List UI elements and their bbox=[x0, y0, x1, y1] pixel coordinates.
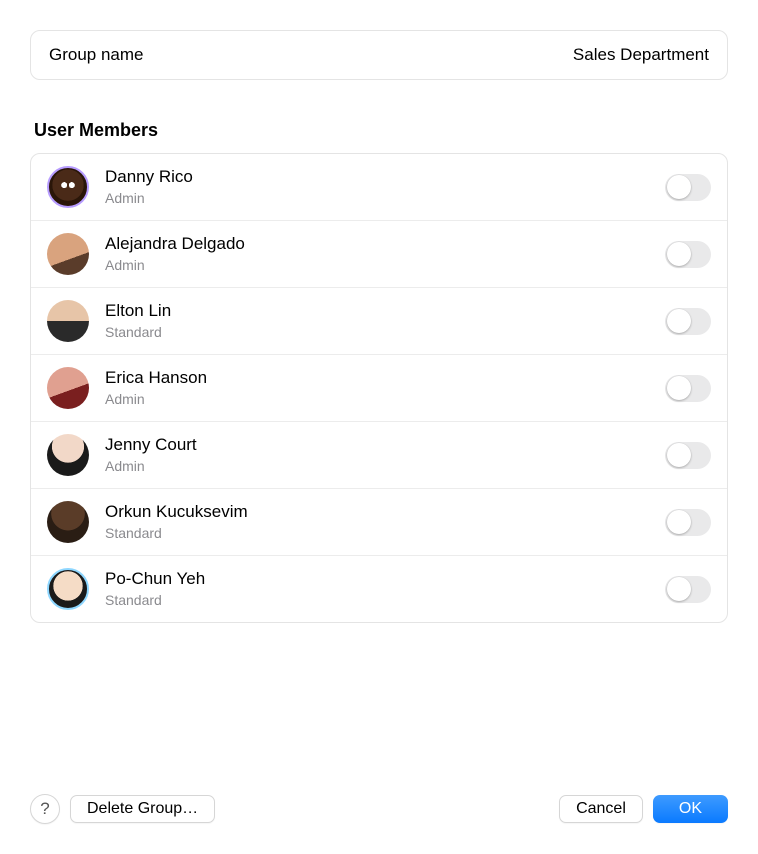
help-icon: ? bbox=[40, 799, 49, 819]
member-text: Po-Chun Yeh Standard bbox=[105, 569, 665, 608]
member-row: Erica Hanson Admin bbox=[31, 355, 727, 422]
help-button[interactable]: ? bbox=[30, 794, 60, 824]
delete-group-button[interactable]: Delete Group… bbox=[70, 795, 215, 823]
avatar bbox=[47, 300, 89, 342]
toggle-knob bbox=[667, 242, 691, 266]
member-row: Alejandra Delgado Admin bbox=[31, 221, 727, 288]
member-role: Admin bbox=[105, 190, 665, 207]
avatar bbox=[47, 568, 89, 610]
member-name: Jenny Court bbox=[105, 435, 665, 455]
member-name: Alejandra Delgado bbox=[105, 234, 665, 254]
avatar bbox=[47, 367, 89, 409]
member-role: Standard bbox=[105, 525, 665, 542]
user-members-list: Danny Rico Admin Alejandra Delgado Admin Elt… bbox=[30, 153, 728, 623]
member-row: Elton Lin Standard bbox=[31, 288, 727, 355]
member-toggle[interactable] bbox=[665, 241, 711, 268]
member-text: Danny Rico Admin bbox=[105, 167, 665, 206]
avatar bbox=[47, 166, 89, 208]
member-name: Orkun Kucuksevim bbox=[105, 502, 665, 522]
member-role: Admin bbox=[105, 257, 665, 274]
member-row: Jenny Court Admin bbox=[31, 422, 727, 489]
member-text: Jenny Court Admin bbox=[105, 435, 665, 474]
toggle-knob bbox=[667, 376, 691, 400]
member-text: Orkun Kucuksevim Standard bbox=[105, 502, 665, 541]
toggle-knob bbox=[667, 577, 691, 601]
member-text: Alejandra Delgado Admin bbox=[105, 234, 665, 273]
member-toggle[interactable] bbox=[665, 442, 711, 469]
member-toggle[interactable] bbox=[665, 174, 711, 201]
member-role: Admin bbox=[105, 458, 665, 475]
toggle-knob bbox=[667, 510, 691, 534]
member-name: Elton Lin bbox=[105, 301, 665, 321]
member-name: Erica Hanson bbox=[105, 368, 665, 388]
group-name-value: Sales Department bbox=[573, 45, 709, 65]
dialog-footer: ? Delete Group… Cancel OK bbox=[30, 794, 728, 824]
group-name-label: Group name bbox=[49, 45, 144, 65]
member-toggle[interactable] bbox=[665, 308, 711, 335]
member-toggle[interactable] bbox=[665, 375, 711, 402]
member-toggle[interactable] bbox=[665, 576, 711, 603]
member-name: Danny Rico bbox=[105, 167, 665, 187]
member-role: Standard bbox=[105, 324, 665, 341]
member-role: Admin bbox=[105, 391, 665, 408]
ok-button[interactable]: OK bbox=[653, 795, 728, 823]
member-row: Danny Rico Admin bbox=[31, 154, 727, 221]
avatar bbox=[47, 233, 89, 275]
member-toggle[interactable] bbox=[665, 509, 711, 536]
member-row: Po-Chun Yeh Standard bbox=[31, 556, 727, 622]
user-members-heading: User Members bbox=[34, 120, 728, 141]
member-role: Standard bbox=[105, 592, 665, 609]
group-name-field[interactable]: Group name Sales Department bbox=[30, 30, 728, 80]
member-name: Po-Chun Yeh bbox=[105, 569, 665, 589]
toggle-knob bbox=[667, 309, 691, 333]
cancel-button[interactable]: Cancel bbox=[559, 795, 643, 823]
avatar bbox=[47, 501, 89, 543]
toggle-knob bbox=[667, 175, 691, 199]
member-text: Elton Lin Standard bbox=[105, 301, 665, 340]
member-text: Erica Hanson Admin bbox=[105, 368, 665, 407]
avatar bbox=[47, 434, 89, 476]
toggle-knob bbox=[667, 443, 691, 467]
member-row: Orkun Kucuksevim Standard bbox=[31, 489, 727, 556]
